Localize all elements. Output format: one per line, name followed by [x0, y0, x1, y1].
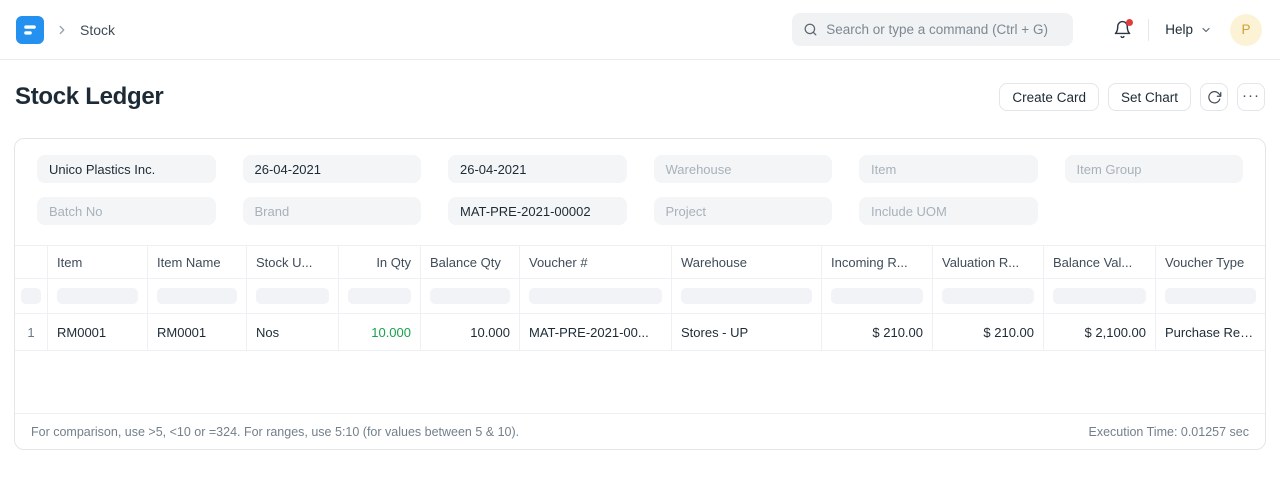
filter-warehouse[interactable]: Warehouse: [654, 155, 833, 183]
breadcrumb-stock[interactable]: Stock: [80, 22, 115, 38]
cell-balance_value[interactable]: $ 2,100.00: [1044, 314, 1156, 350]
search-icon: [803, 22, 818, 37]
column-filter-idx[interactable]: [15, 279, 48, 313]
column-header-warehouse[interactable]: Warehouse: [672, 246, 822, 278]
column-filter-input[interactable]: [1053, 288, 1146, 304]
cell-item_name[interactable]: RM0001: [148, 314, 247, 350]
refresh-icon: [1207, 90, 1222, 105]
column-filter-balance_qty[interactable]: [421, 279, 520, 313]
cell-in_qty[interactable]: 10.000: [339, 314, 421, 350]
table-row: 1RM0001RM0001Nos10.00010.000MAT-PRE-2021…: [15, 314, 1265, 351]
cell-balance_qty[interactable]: 10.000: [421, 314, 520, 350]
filter-hint-text: For comparison, use >5, <10 or =324. For…: [31, 425, 519, 439]
filter-voucher-no[interactable]: MAT-PRE-2021-00002: [448, 197, 627, 225]
page-title: Stock Ledger: [15, 83, 163, 111]
filters-section: Unico Plastics Inc. 26-04-2021 26-04-2021 W…: [15, 139, 1265, 245]
column-filter-incoming_rate[interactable]: [822, 279, 933, 313]
cell-voucher_no[interactable]: MAT-PRE-2021-00...: [520, 314, 672, 350]
column-filter-voucher_type[interactable]: [1156, 279, 1265, 313]
column-header-idx[interactable]: [15, 246, 48, 278]
filter-batch-no[interactable]: Batch No: [37, 197, 216, 225]
global-search[interactable]: [792, 13, 1073, 46]
app-logo-icon[interactable]: [16, 16, 44, 44]
table-header-row: ItemItem NameStock U...In QtyBalance Qty…: [15, 246, 1265, 279]
filter-brand[interactable]: Brand: [243, 197, 422, 225]
page-head: Stock Ledger Create Card Set Chart ···: [0, 60, 1280, 138]
help-label: Help: [1165, 22, 1193, 37]
column-filter-input[interactable]: [529, 288, 662, 304]
set-chart-button[interactable]: Set Chart: [1108, 83, 1191, 111]
cell-stock_uom[interactable]: Nos: [247, 314, 339, 350]
execution-time: Execution Time: 0.01257 sec: [1088, 425, 1249, 439]
column-filter-input[interactable]: [681, 288, 812, 304]
column-filter-input[interactable]: [942, 288, 1034, 304]
column-filter-input[interactable]: [1165, 288, 1256, 304]
column-filter-input[interactable]: [57, 288, 138, 304]
cell-valuation_rate[interactable]: $ 210.00: [933, 314, 1044, 350]
report-card: Unico Plastics Inc. 26-04-2021 26-04-2021 W…: [14, 138, 1266, 450]
column-header-balance_value[interactable]: Balance Val...: [1044, 246, 1156, 278]
cell-item[interactable]: RM0001: [48, 314, 148, 350]
column-filter-input[interactable]: [430, 288, 510, 304]
column-filter-stock_uom[interactable]: [247, 279, 339, 313]
filter-include-uom[interactable]: Include UOM: [859, 197, 1038, 225]
filter-to-date[interactable]: 26-04-2021: [448, 155, 627, 183]
column-filter-input[interactable]: [831, 288, 923, 304]
table-filter-row: [15, 279, 1265, 314]
filter-item[interactable]: Item: [859, 155, 1038, 183]
column-filter-input[interactable]: [348, 288, 411, 304]
column-header-in_qty[interactable]: In Qty: [339, 246, 421, 278]
column-header-balance_qty[interactable]: Balance Qty: [421, 246, 520, 278]
column-filter-balance_value[interactable]: [1044, 279, 1156, 313]
column-filter-voucher_no[interactable]: [520, 279, 672, 313]
table-empty-area: [15, 351, 1265, 413]
notifications-button[interactable]: [1113, 20, 1132, 39]
column-header-voucher_no[interactable]: Voucher #: [520, 246, 672, 278]
column-header-valuation_rate[interactable]: Valuation R...: [933, 246, 1044, 278]
filter-company[interactable]: Unico Plastics Inc.: [37, 155, 216, 183]
report-table: ItemItem NameStock U...In QtyBalance Qty…: [15, 245, 1265, 413]
column-filter-input[interactable]: [157, 288, 237, 304]
chevron-down-icon: [1200, 24, 1212, 36]
breadcrumb-chevron-icon: [55, 23, 69, 37]
navbar: Stock Help P: [0, 0, 1280, 60]
column-filter-input[interactable]: [21, 288, 41, 304]
report-footer: For comparison, use >5, <10 or =324. For…: [15, 413, 1265, 449]
cell-incoming_rate[interactable]: $ 210.00: [822, 314, 933, 350]
column-filter-in_qty[interactable]: [339, 279, 421, 313]
column-header-item_name[interactable]: Item Name: [148, 246, 247, 278]
cell-idx[interactable]: 1: [15, 314, 48, 350]
ellipsis-icon: ···: [1242, 87, 1260, 104]
column-filter-valuation_rate[interactable]: [933, 279, 1044, 313]
help-menu[interactable]: Help: [1165, 22, 1212, 37]
filter-project[interactable]: Project: [654, 197, 833, 225]
table-body: 1RM0001RM0001Nos10.00010.000MAT-PRE-2021…: [15, 314, 1265, 351]
column-header-stock_uom[interactable]: Stock U...: [247, 246, 339, 278]
navbar-divider: [1148, 19, 1149, 41]
column-header-incoming_rate[interactable]: Incoming R...: [822, 246, 933, 278]
global-search-input[interactable]: [826, 22, 1062, 37]
refresh-button[interactable]: [1200, 83, 1228, 111]
column-header-voucher_type[interactable]: Voucher Type: [1156, 246, 1265, 278]
column-filter-item[interactable]: [48, 279, 148, 313]
menu-button[interactable]: ···: [1237, 83, 1265, 111]
filter-item-group[interactable]: Item Group: [1065, 155, 1244, 183]
column-filter-input[interactable]: [256, 288, 329, 304]
column-header-item[interactable]: Item: [48, 246, 148, 278]
cell-warehouse[interactable]: Stores - UP: [672, 314, 822, 350]
filter-from-date[interactable]: 26-04-2021: [243, 155, 422, 183]
user-avatar[interactable]: P: [1230, 14, 1262, 46]
cell-voucher_type[interactable]: Purchase Rec...: [1156, 314, 1265, 350]
column-filter-item_name[interactable]: [148, 279, 247, 313]
create-card-button[interactable]: Create Card: [999, 83, 1099, 111]
column-filter-warehouse[interactable]: [672, 279, 822, 313]
